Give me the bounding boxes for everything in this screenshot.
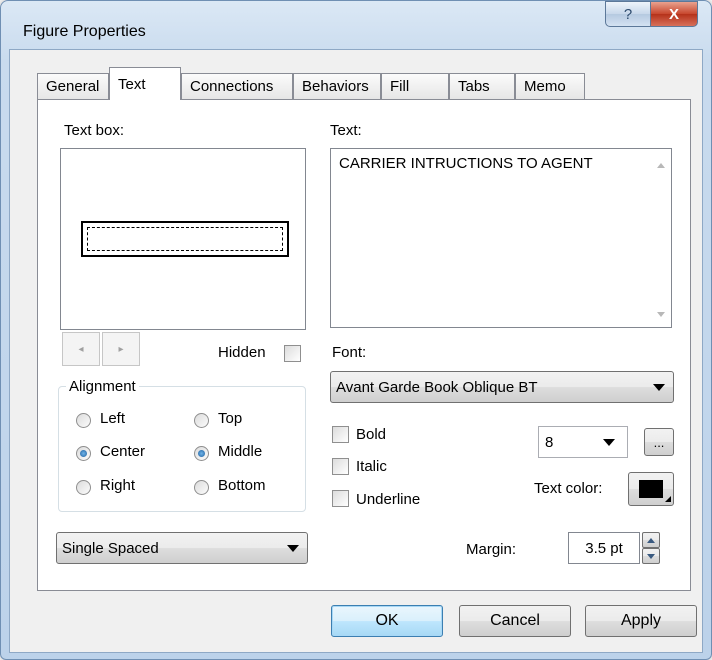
alignment-legend: Alignment — [66, 378, 139, 395]
prev-arrow-button[interactable]: ◂ — [62, 332, 100, 366]
italic-checkbox[interactable] — [332, 458, 349, 475]
margin-spinner[interactable] — [642, 532, 660, 564]
radio-top-label: Top — [218, 410, 243, 427]
chevron-down-icon — [603, 439, 615, 446]
font-size-combo[interactable]: 8 — [538, 426, 628, 458]
spin-down-button[interactable] — [642, 548, 660, 564]
font-dropdown[interactable]: Avant Garde Book Oblique BT — [330, 371, 674, 403]
text-input[interactable]: CARRIER INTRUCTIONS TO AGENT — [330, 148, 672, 328]
corner-arrow-icon — [665, 496, 671, 502]
radio-bottom[interactable] — [194, 480, 209, 495]
text-box-inner-dashed — [87, 227, 283, 251]
radio-top[interactable] — [194, 413, 209, 428]
dialog-window: Figure Properties ? X General Text Conne… — [0, 0, 712, 660]
tab-memo[interactable]: Memo — [515, 73, 585, 99]
tab-fill[interactable]: Fill — [381, 73, 449, 99]
italic-label: Italic — [356, 458, 387, 475]
text-box-preview — [60, 148, 306, 330]
close-button[interactable]: X — [650, 1, 698, 27]
text-label: Text: — [330, 122, 362, 139]
text-color-button[interactable] — [628, 472, 674, 506]
radio-left[interactable] — [76, 413, 91, 428]
text-scrollbar[interactable] — [651, 149, 671, 327]
radio-center[interactable] — [76, 446, 91, 461]
window-title: Figure Properties — [23, 23, 146, 40]
margin-label: Margin: — [466, 541, 517, 558]
chevron-down-icon — [287, 545, 299, 552]
bold-checkbox[interactable] — [332, 426, 349, 443]
font-more-button[interactable]: ... — [644, 428, 674, 456]
title-bar[interactable]: Figure Properties ? X — [1, 1, 711, 49]
radio-left-label: Left — [100, 410, 126, 427]
underline-checkbox[interactable] — [332, 490, 349, 507]
font-value: Avant Garde Book Oblique BT — [336, 378, 538, 396]
ok-button[interactable]: OK — [331, 605, 443, 637]
spin-down-icon — [647, 553, 655, 559]
alignment-group — [58, 386, 306, 512]
chevron-down-icon — [653, 384, 665, 391]
hidden-checkbox[interactable] — [284, 345, 301, 362]
apply-button[interactable]: Apply — [585, 605, 697, 637]
radio-middle[interactable] — [194, 446, 209, 461]
spin-up-button[interactable] — [642, 532, 660, 548]
tab-tabs[interactable]: Tabs — [449, 73, 515, 99]
radio-bottom-label: Bottom — [218, 477, 266, 494]
hidden-label: Hidden — [218, 344, 266, 361]
line-spacing-value: Single Spaced — [62, 539, 159, 557]
margin-input[interactable]: 3.5 pt — [568, 532, 640, 564]
line-spacing-dropdown[interactable]: Single Spaced — [56, 532, 308, 564]
next-arrow-button[interactable]: ▸ — [102, 332, 140, 366]
margin-value: 3.5 pt — [585, 539, 623, 557]
spin-up-icon — [647, 537, 655, 543]
tab-general[interactable]: General — [37, 73, 109, 99]
underline-label: Underline — [356, 491, 421, 508]
tab-panel-text: Text box: ◂ ▸ Hidden Alignment Left Cent… — [37, 99, 691, 591]
font-label: Font: — [332, 344, 367, 361]
text-box-label: Text box: — [64, 122, 125, 139]
radio-right-label: Right — [100, 477, 136, 494]
scroll-down-icon[interactable] — [657, 312, 665, 317]
text-input-value: CARRIER INTRUCTIONS TO AGENT — [339, 155, 593, 172]
font-size-value: 8 — [545, 433, 554, 451]
help-button[interactable]: ? — [605, 1, 651, 27]
tab-connections[interactable]: Connections — [181, 73, 293, 99]
radio-middle-label: Middle — [218, 443, 263, 460]
radio-center-label: Center — [100, 443, 146, 460]
text-color-label: Text color: — [534, 480, 603, 497]
radio-right[interactable] — [76, 480, 91, 495]
text-color-swatch — [639, 480, 671, 502]
bold-label: Bold — [356, 426, 387, 443]
cancel-button[interactable]: Cancel — [459, 605, 571, 637]
tab-behaviors[interactable]: Behaviors — [293, 73, 381, 99]
text-box-frame — [81, 221, 289, 257]
tab-text[interactable]: Text — [109, 67, 181, 100]
scroll-up-icon[interactable] — [657, 163, 665, 168]
